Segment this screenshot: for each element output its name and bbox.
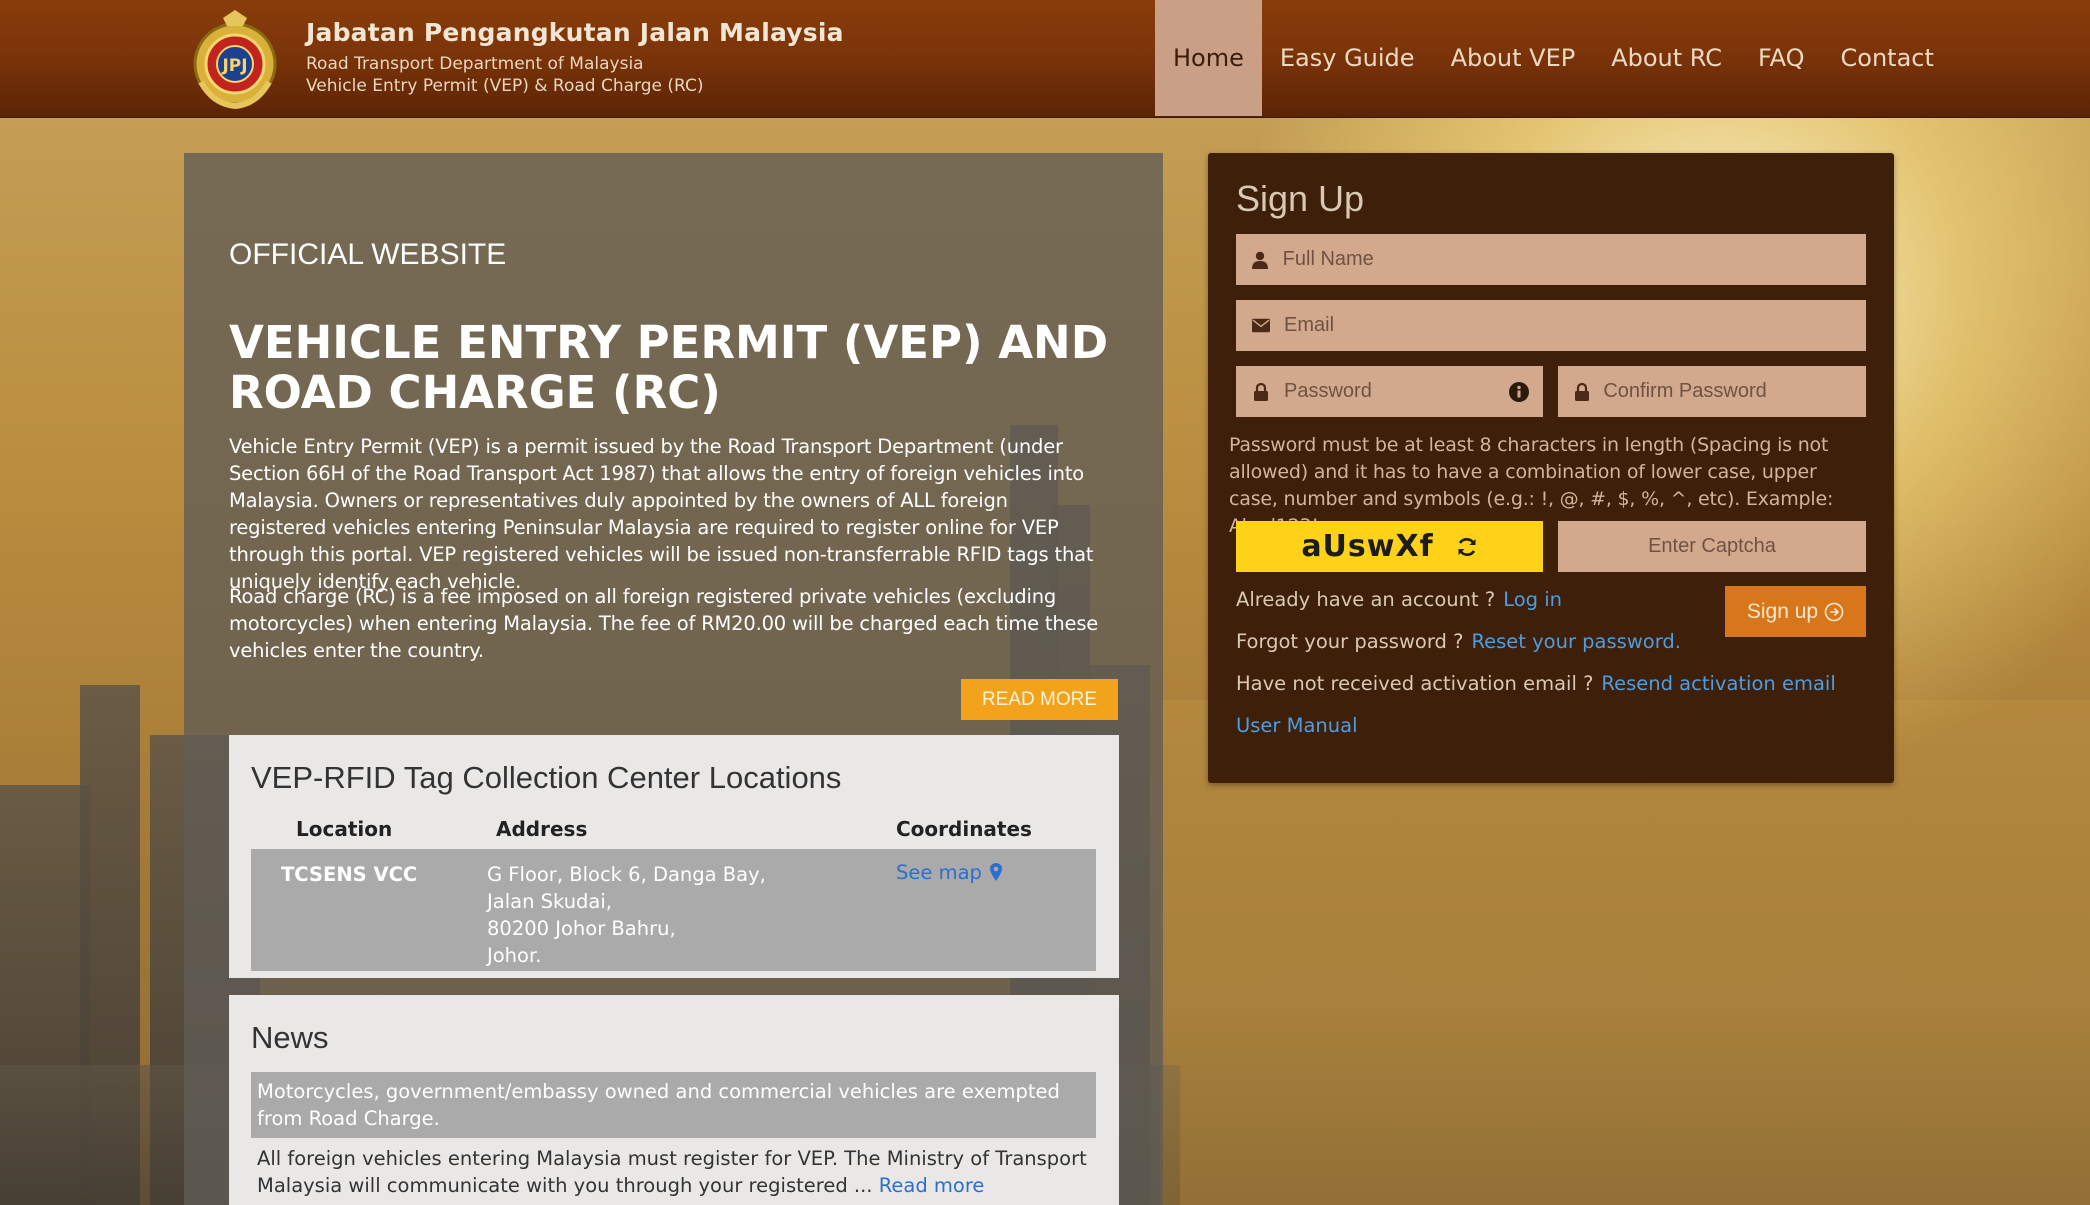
news-read-more-link[interactable]: Read more bbox=[879, 1174, 985, 1197]
refresh-captcha-icon[interactable] bbox=[1456, 536, 1478, 558]
password-input[interactable] bbox=[1284, 380, 1514, 403]
nav-faq[interactable]: FAQ bbox=[1740, 0, 1823, 116]
nav-contact[interactable]: Contact bbox=[1823, 0, 1952, 116]
jpj-logo[interactable]: JPJ bbox=[183, 8, 287, 112]
news-card: News Motorcycles, government/embassy own… bbox=[229, 995, 1119, 1205]
nav-home[interactable]: Home bbox=[1155, 0, 1262, 116]
email-field[interactable] bbox=[1236, 300, 1866, 351]
column-address: Address bbox=[496, 817, 588, 841]
svg-text:JPJ: JPJ bbox=[221, 56, 247, 76]
nav-easy-guide[interactable]: Easy Guide bbox=[1262, 0, 1433, 116]
arrow-circle-right-icon bbox=[1824, 602, 1844, 621]
full-name-input[interactable] bbox=[1282, 248, 1866, 271]
nav-about-vep[interactable]: About VEP bbox=[1433, 0, 1594, 116]
activation-prompt: Have not received activation email ? Rese… bbox=[1236, 672, 1836, 695]
user-manual-link[interactable]: User Manual bbox=[1236, 714, 1358, 737]
signup-title: Sign Up bbox=[1236, 178, 1365, 219]
full-name-field[interactable] bbox=[1236, 234, 1866, 285]
intro-heading: VEHICLE ENTRY PERMIT (VEP) AND ROAD CHAR… bbox=[229, 316, 1109, 419]
captcha-input[interactable] bbox=[1558, 535, 1866, 558]
envelope-icon bbox=[1252, 316, 1270, 336]
main-nav: Home Easy Guide About VEP About RC FAQ C… bbox=[1155, 0, 1952, 116]
site-subtitle: Road Transport Department of Malaysia Ve… bbox=[306, 54, 704, 96]
column-location: Location bbox=[296, 817, 393, 841]
signup-panel: Sign Up Password must be at least 8 char… bbox=[1208, 153, 1894, 783]
email-input[interactable] bbox=[1284, 314, 1866, 337]
site-header: JPJ Jabatan Pengangkutan Jalan Malaysia … bbox=[0, 0, 2090, 118]
login-prompt: Already have an account ? Log in bbox=[1236, 588, 1563, 611]
user-icon bbox=[1252, 250, 1269, 270]
map-marker-icon bbox=[990, 863, 1003, 881]
captcha-text: aUswXf bbox=[1301, 529, 1434, 564]
confirm-password-input[interactable] bbox=[1603, 380, 1866, 403]
lock-icon bbox=[1252, 382, 1270, 402]
site-title: Jabatan Pengangkutan Jalan Malaysia bbox=[306, 18, 844, 47]
intro-paragraph-rc: Road charge (RC) is a fee imposed on all… bbox=[229, 585, 1099, 662]
news-headline[interactable]: Motorcycles, government/embassy owned an… bbox=[251, 1072, 1096, 1138]
intro-paragraph-vep: Vehicle Entry Permit (VEP) is a permit i… bbox=[229, 435, 1094, 593]
news-title: News bbox=[251, 1020, 329, 1055]
see-map-link[interactable]: See map bbox=[896, 861, 1003, 884]
signup-button[interactable]: Sign up bbox=[1725, 586, 1866, 637]
nav-about-rc[interactable]: About RC bbox=[1593, 0, 1740, 116]
reset-password-link[interactable]: Reset your password. bbox=[1471, 630, 1681, 653]
info-icon[interactable] bbox=[1509, 382, 1529, 408]
forgot-password-prompt: Forgot your password ? Reset your passwor… bbox=[1236, 630, 1681, 653]
confirm-password-field[interactable] bbox=[1558, 366, 1866, 417]
location-address: G Floor, Block 6, Danga Bay, Jalan Skuda… bbox=[487, 863, 766, 967]
table-row: TCSENS VCC G Floor, Block 6, Danga Bay, … bbox=[251, 849, 1096, 971]
column-coordinates: Coordinates bbox=[896, 817, 1032, 841]
resend-activation-link[interactable]: Resend activation email bbox=[1601, 672, 1835, 695]
brand-block: Jabatan Pengangkutan Jalan Malaysia Road… bbox=[306, 18, 844, 97]
login-link[interactable]: Log in bbox=[1503, 588, 1562, 611]
locations-card: VEP-RFID Tag Collection Center Locations… bbox=[229, 735, 1119, 978]
official-website-tag: OFFICIAL WEBSITE bbox=[229, 238, 507, 271]
locations-title: VEP-RFID Tag Collection Center Locations bbox=[251, 760, 842, 795]
captcha-image: aUswXf bbox=[1236, 521, 1543, 572]
captcha-field[interactable] bbox=[1558, 521, 1866, 572]
read-more-button[interactable]: READ MORE bbox=[961, 679, 1118, 720]
location-name: TCSENS VCC bbox=[281, 863, 418, 886]
news-body: All foreign vehicles entering Malaysia m… bbox=[257, 1147, 1087, 1197]
lock-icon bbox=[1574, 382, 1589, 402]
password-field[interactable] bbox=[1236, 366, 1543, 417]
